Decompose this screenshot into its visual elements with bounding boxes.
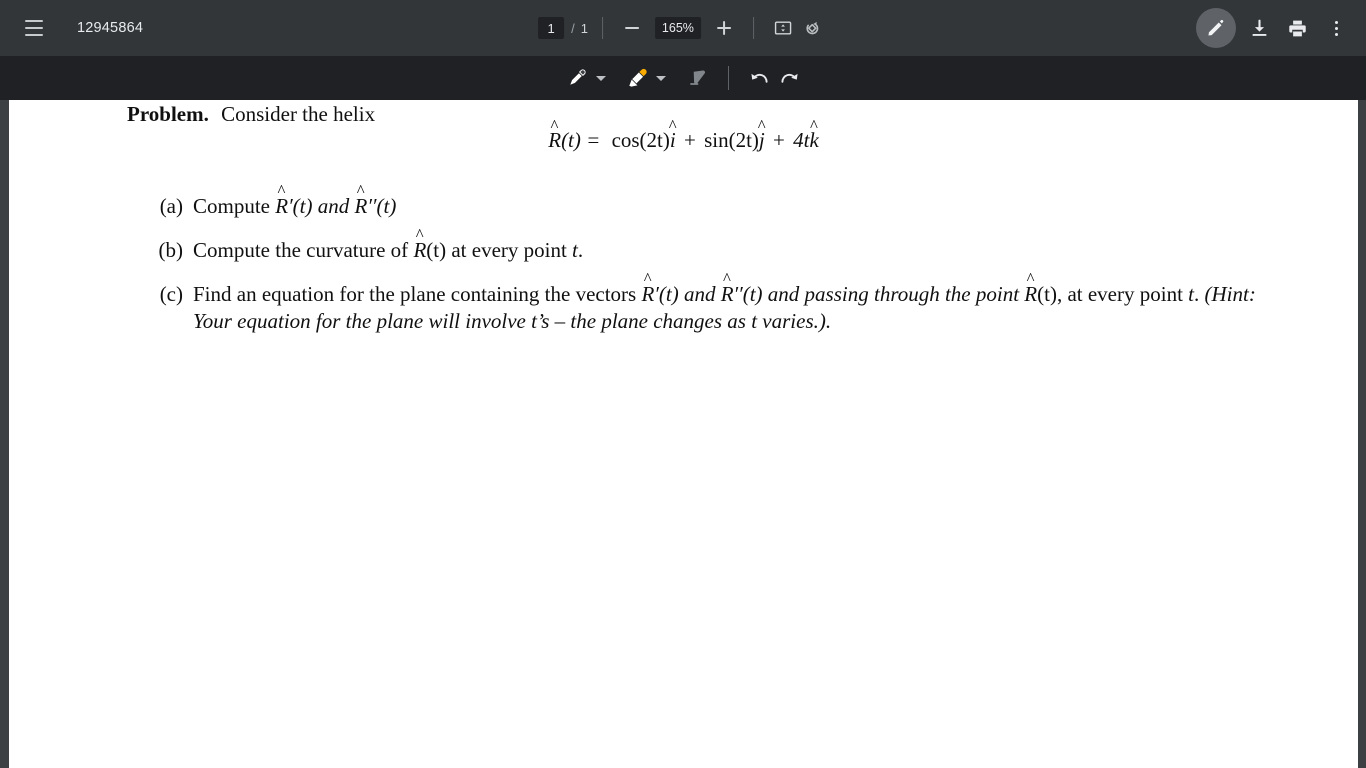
download-button[interactable] [1244,13,1274,43]
item-b-part3: . [577,238,584,262]
item-b-part2: (t) at every point [426,238,573,262]
highlighter-icon [628,68,647,87]
problem-item-a: (a) Compute R′(t) and R′′(t) [139,193,1299,220]
page-number-input[interactable]: 1 [538,17,565,39]
zoom-out-button[interactable] [617,13,647,43]
toolbar-divider [752,17,754,39]
pdf-page-content: Problem. Consider the helix R(t) = cos(2… [9,100,1358,333]
annotation-toolbar [0,56,1366,100]
item-a-part2: ′(t) and [288,194,355,218]
item-b-label: (b) [158,238,184,262]
item-c-text: Find an equation for the plane containin… [193,281,1257,335]
plus-icon [716,21,731,35]
item-c-var3: R [1024,281,1037,308]
more-vertical-icon-dot [1334,20,1338,24]
download-icon [1251,19,1267,36]
item-c-var1: R [641,281,654,308]
pen-tool-button[interactable] [562,63,592,93]
item-c-part2: ′(t) and [654,282,721,306]
pdf-page: Problem. Consider the helix R(t) = cos(2… [9,100,1358,768]
rotate-icon [806,21,819,34]
pencil-icon [1208,19,1224,36]
toolbar-divider [601,17,603,39]
fit-to-page-button[interactable] [768,13,798,43]
zoom-level-display[interactable]: 165% [654,17,701,39]
more-vertical-icon-dot [1334,26,1338,30]
equation-term1-function: cos(2t) [611,128,670,152]
more-options-button[interactable] [1320,12,1352,44]
item-c-label: (c) [159,282,183,306]
item-c-part5: . [1194,282,1205,306]
highlighter-tool-button[interactable] [622,63,652,93]
undo-icon [751,73,768,83]
toolbar-left-group: 12945864 [18,0,143,56]
print-icon [1288,20,1306,36]
zoom-in-button[interactable] [709,13,739,43]
page-total-count: 1 [580,20,588,36]
pen-dropdown-button[interactable] [592,64,610,92]
item-b-part1: Compute the curvature of [193,238,414,262]
problem-item-b: (b) Compute the curvature of R(t) at eve… [139,237,1299,264]
item-b-var1: R [413,237,426,264]
page-separator: / [571,20,575,36]
top-toolbar: 12945864 1 / 1 165% [0,0,1366,56]
hamburger-bar [25,27,43,29]
equation-plus1: + [683,128,696,152]
item-a-var2: R [355,193,368,220]
undo-button[interactable] [745,63,775,93]
document-title: 12945864 [77,20,144,36]
item-a-text: Compute R′(t) and R′′(t) [193,193,1299,220]
fit-to-page-icon [774,21,792,35]
equation-term2-unit-vector: j [759,128,765,153]
problem-heading: Problem. Consider the helix [127,102,375,127]
item-b-text: Compute the curvature of R(t) at every p… [193,237,1299,264]
eraser-icon [689,70,705,85]
annotation-divider [727,66,729,90]
print-button[interactable] [1282,13,1312,43]
equation-lhs-arg: (t) = [561,128,601,152]
minus-icon [624,27,639,29]
redo-icon [781,73,798,83]
highlighter-dropdown-button[interactable] [652,64,670,92]
equation-term1-unit-vector: i [670,128,676,153]
equation-term3-coefficient: 4t [793,128,810,152]
item-c-part1: Find an equation for the plane containin… [193,282,642,306]
annotation-tools-group [562,63,805,93]
item-c-part4: (t), at every point [1037,282,1189,306]
hamburger-menu-icon[interactable] [18,12,50,44]
equation-term2-function: sin(2t) [704,128,759,152]
toolbar-center-group: 1 / 1 165% [538,0,828,56]
equation-term3-unit-vector: k [809,128,818,153]
equation-plus2: + [773,128,785,152]
toolbar-right-group [1196,0,1352,56]
item-c-var2: R [721,281,734,308]
helix-equation: R(t) = cos(2t)i + sin(2t)j + 4tk [9,128,1358,153]
problem-intro: Consider the helix [221,102,376,126]
pdf-viewer[interactable]: Problem. Consider the helix R(t) = cos(2… [0,100,1366,768]
annotate-button[interactable] [1196,8,1236,48]
item-c-part3: ′′(t) and passing through the point [733,282,1025,306]
more-vertical-icon-dot [1334,32,1338,36]
item-a-label: (a) [159,194,183,218]
item-a-part3: ′′(t) [367,194,397,218]
redo-button[interactable] [775,63,805,93]
item-a-var1: R [275,193,288,220]
hamburger-bar [25,20,43,22]
equation-lhs-variable: R [548,128,561,153]
rotate-button[interactable] [798,13,828,43]
item-a-part1: Compute [193,194,276,218]
problem-label: Problem. [127,102,209,126]
pen-icon [569,68,586,86]
problem-item-c: (c) Find an equation for the plane conta… [139,281,1257,335]
hamburger-bar [25,34,43,36]
eraser-tool-button[interactable] [682,63,712,93]
